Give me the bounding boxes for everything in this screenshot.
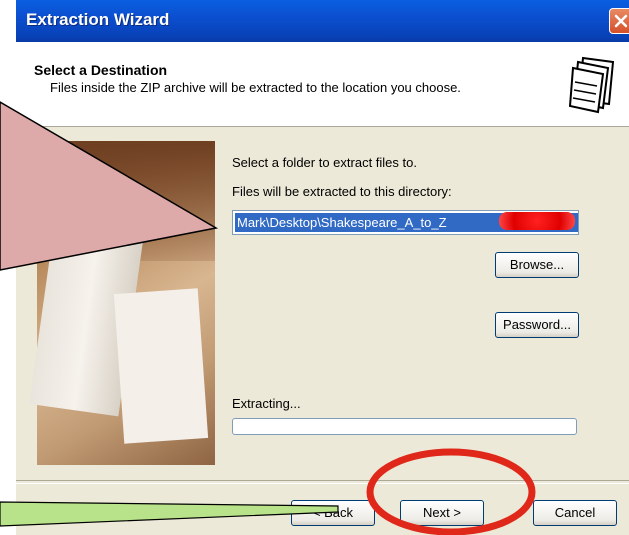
header-title: Select a Destination — [34, 62, 168, 78]
folders-icon — [569, 56, 615, 114]
back-button[interactable]: < Back — [291, 500, 375, 526]
extracting-label: Extracting... — [232, 396, 301, 411]
wizard-header: Select a Destination Files inside the ZI… — [16, 42, 629, 127]
cancel-button[interactable]: Cancel — [533, 500, 617, 526]
next-button[interactable]: Next > — [400, 500, 484, 526]
extraction-progress-bar — [232, 418, 577, 435]
header-subtitle: Files inside the ZIP archive will be ext… — [50, 80, 461, 95]
directory-label: Files will be extracted to this director… — [232, 184, 452, 199]
select-folder-label: Select a folder to extract files to. — [232, 155, 417, 170]
wizard-side-image — [29, 141, 215, 465]
close-icon — [614, 14, 628, 28]
title-bar: Extraction Wizard — [16, 0, 629, 42]
browse-button[interactable]: Browse... — [495, 252, 579, 278]
close-button[interactable] — [609, 8, 629, 34]
extraction-wizard-window: Extraction Wizard Select a Destination F… — [16, 0, 629, 535]
directory-input[interactable]: Mark\Desktop\Shakespeare_A_to_Z — [232, 210, 579, 235]
footer-separator — [16, 480, 629, 484]
window-title: Extraction Wizard — [26, 10, 170, 29]
password-button[interactable]: Password... — [495, 312, 579, 338]
redaction-mark — [499, 212, 575, 230]
